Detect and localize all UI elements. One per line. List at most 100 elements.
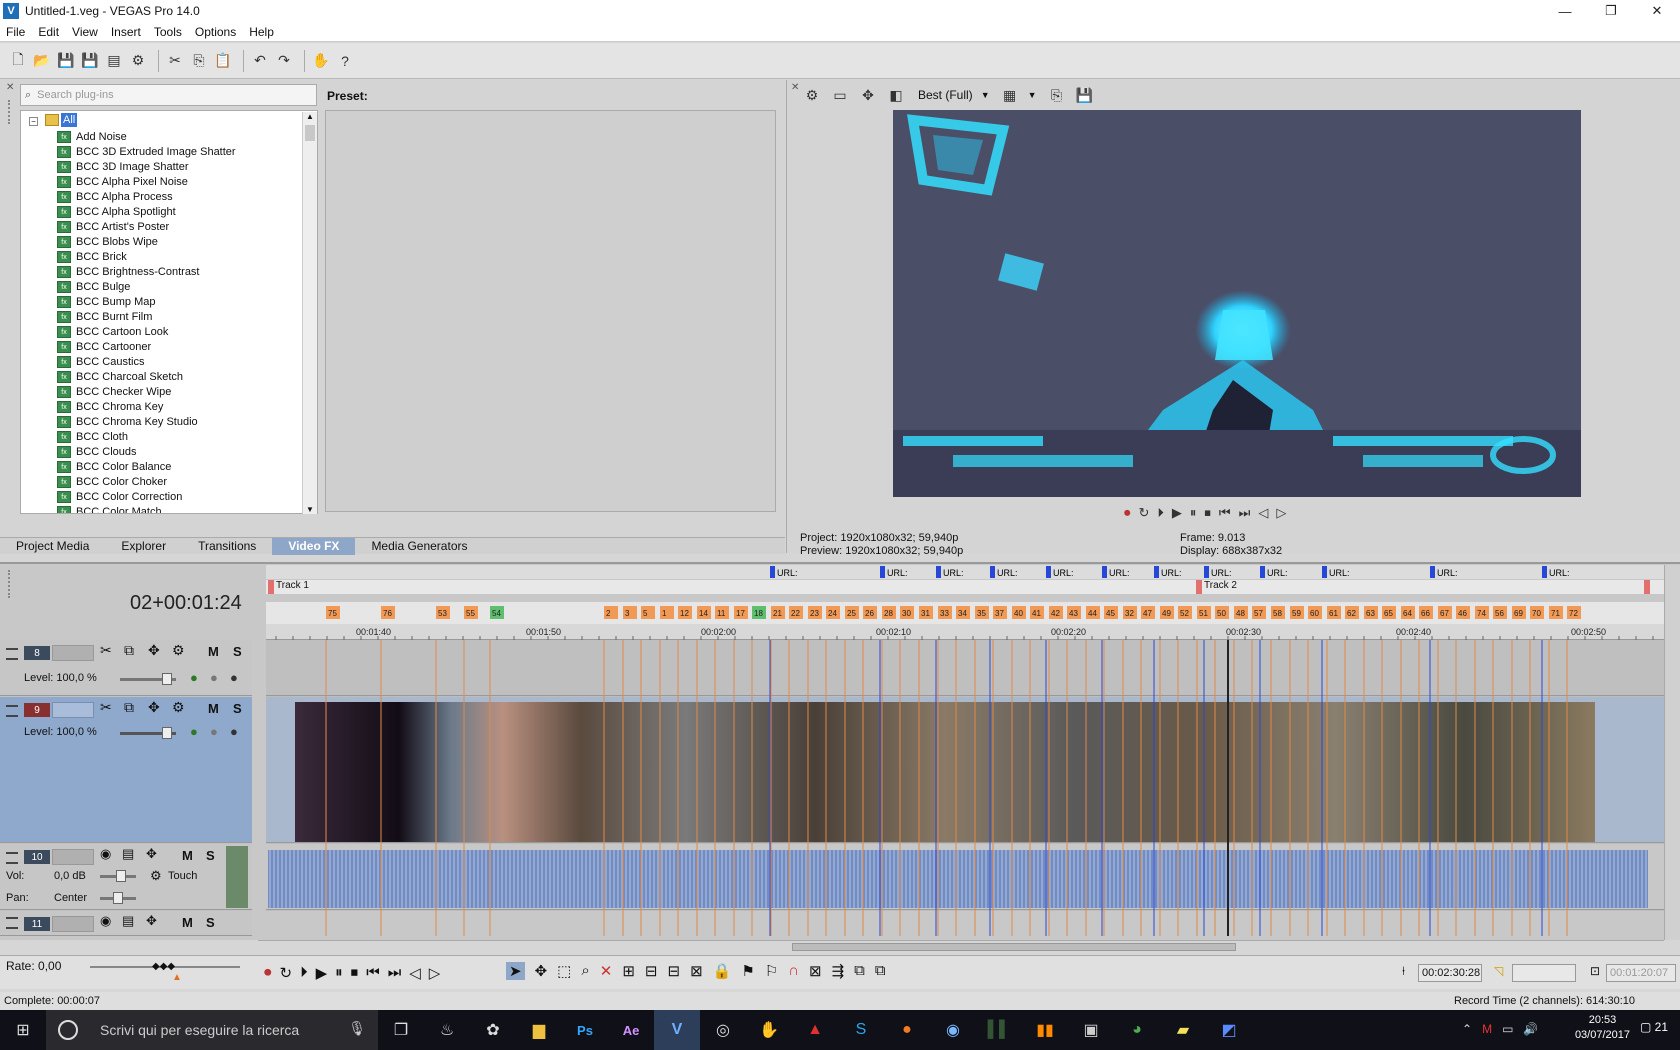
timeline-vertical-scrollbar[interactable]	[1664, 565, 1680, 940]
url-marker[interactable]	[1542, 566, 1547, 578]
video-properties-gear-icon[interactable]: ⚙	[802, 85, 822, 105]
save-snapshot-icon[interactable]: 💾	[1075, 85, 1095, 105]
action-center-icon[interactable]: ▢ 21	[1640, 1020, 1668, 1034]
compositing-icon[interactable]: ⧉	[124, 642, 134, 659]
track-header-8[interactable]: 8 ✂ ⧉ ✥ ⚙ M S Level: 100,0 % ● ● ●	[0, 640, 252, 696]
steam-icon[interactable]: ♨	[424, 1010, 470, 1050]
next-frame-icon[interactable]: ▷	[1276, 505, 1286, 521]
cut-icon[interactable]: ✂	[165, 51, 185, 71]
chevron-down-icon[interactable]: ▼	[981, 90, 990, 100]
menu-options[interactable]: Options	[195, 25, 236, 39]
plugin-item[interactable]: fx BCC Alpha Spotlight	[57, 204, 176, 220]
tree-scrollbar[interactable]: ▲ ▼	[302, 112, 317, 514]
previous-frame-icon[interactable]: ◁	[409, 964, 421, 982]
rate-slider[interactable]: ◆◆◆	[90, 961, 240, 972]
marker-bar[interactable]: 75 76 53 55 54 2 3 5 1 12 14 11 17 18 21 22 23 24 25 26 28 30…	[266, 602, 1666, 624]
plugin-item[interactable]: fx BCC Blobs Wipe	[57, 234, 158, 250]
new-icon[interactable]: 🗋	[8, 51, 28, 71]
plugin-item[interactable]: fx BCC Brick	[57, 249, 127, 265]
plugin-item[interactable]: fx Add Noise	[57, 129, 127, 145]
maximize-button[interactable]: ❐	[1588, 0, 1634, 22]
stop-icon[interactable]: ⏹	[351, 964, 359, 982]
normal-edit-tool-icon[interactable]: ➤	[506, 962, 525, 980]
mute-button[interactable]: M	[182, 848, 193, 863]
selection-tool-icon[interactable]: ⬚	[557, 962, 571, 980]
track-name-field[interactable]	[52, 702, 94, 718]
save-icon[interactable]: 💾	[56, 51, 76, 71]
plugin-item[interactable]: fx BCC Bulge	[57, 279, 130, 295]
panel-close-icon[interactable]: ✕	[6, 82, 14, 93]
loop-icon[interactable]: ↻	[1139, 505, 1150, 521]
plugin-item[interactable]: fx BCC Burnt Film	[57, 309, 152, 325]
automation-icon[interactable]: ✥	[146, 846, 157, 862]
selection-end-field[interactable]: 00:01:20:07	[1606, 964, 1676, 982]
plugin-item[interactable]: fx BCC Color Balance	[57, 459, 171, 475]
plugin-item[interactable]: fx BCC Chroma Key	[57, 399, 163, 415]
track-header-9[interactable]: 9 ✂ ⧉ ✥ ⚙ M S Level: 100,0 % ● ● ●	[0, 697, 252, 843]
plugin-item[interactable]: fx BCC Caustics	[57, 354, 144, 370]
file-explorer-icon[interactable]: ▆	[516, 1010, 562, 1050]
mute-button[interactable]: M	[182, 915, 193, 930]
region-1-marker[interactable]	[268, 580, 274, 594]
ignore-grouping-icon[interactable]: ⧉	[875, 962, 886, 980]
track-fx-gear-icon[interactable]: ⚙	[172, 699, 185, 716]
app-icon[interactable]: ✿	[470, 1010, 516, 1050]
fx-plugin-icon[interactable]: ✋	[311, 51, 331, 71]
play-icon[interactable]: ▶	[1172, 505, 1182, 521]
track-name-field[interactable]	[52, 849, 94, 865]
menu-view[interactable]: View	[72, 25, 98, 39]
track-header-10[interactable]: 10 ◉ ▤ ✥ M S Vol: 0,0 dB ⚙ Touch Pan: Ce…	[0, 844, 252, 910]
automation-gear-icon[interactable]: ⚙	[150, 868, 162, 884]
plugin-item[interactable]: fx BCC Artist's Poster	[57, 219, 169, 235]
preset-list[interactable]	[325, 110, 776, 512]
menu-help[interactable]: Help	[249, 25, 274, 39]
stop-icon[interactable]: ⏹	[1204, 505, 1211, 521]
acrobat-icon[interactable]: ▲	[792, 1010, 838, 1050]
properties-gear-icon[interactable]: ⚙	[128, 51, 148, 71]
url-marker[interactable]	[936, 566, 941, 578]
chevron-down-icon[interactable]: ▼	[1028, 90, 1037, 100]
plugin-item[interactable]: fx BCC Cartooner	[57, 339, 151, 355]
search-plugins-input[interactable]: ⌕ Search plug-ins	[20, 84, 317, 106]
close-button[interactable]: ✕	[1634, 0, 1680, 22]
pan-slider[interactable]	[100, 892, 136, 904]
undo-icon[interactable]: ↶	[250, 51, 270, 71]
panel-grip-icon[interactable]	[8, 100, 12, 124]
solo-button[interactable]: S	[206, 915, 215, 930]
plugin-item[interactable]: fx BCC Cartoon Look	[57, 324, 168, 340]
after-effects-icon[interactable]: Ae	[608, 1010, 654, 1050]
tree-collapse-icon[interactable]: −	[29, 117, 38, 126]
pause-icon[interactable]: ⏸	[1190, 505, 1197, 521]
track-name-field[interactable]	[52, 645, 94, 661]
taskbar-search-box[interactable]: Scrivi qui per eseguire la ricerca 🎙	[46, 1010, 378, 1050]
url-marker[interactable]	[1260, 566, 1265, 578]
record-icon[interactable]: ⏺	[264, 964, 272, 982]
photoshop-icon[interactable]: Ps	[562, 1010, 608, 1050]
track-fx-icon[interactable]: ▤	[122, 846, 134, 862]
compositing-parent-icon[interactable]: ●	[190, 670, 198, 685]
sticky-notes-icon[interactable]: ▰	[1160, 1010, 1206, 1050]
menu-tools[interactable]: Tools	[154, 25, 182, 39]
insert-marker-icon[interactable]: ⚑	[741, 962, 754, 980]
plugin-item[interactable]: fx BCC Alpha Process	[57, 189, 173, 205]
track-minimize-icon[interactable]	[6, 852, 18, 864]
external-monitor-icon[interactable]: ▭	[830, 85, 850, 105]
url-marker[interactable]	[1204, 566, 1209, 578]
track-lanes[interactable]	[266, 640, 1666, 936]
tab-project-media[interactable]: Project Media	[0, 538, 105, 555]
ripple-edit-icon[interactable]: ⇶	[832, 962, 845, 980]
region-end-marker[interactable]	[1644, 580, 1650, 594]
render-as-icon[interactable]: ▤	[104, 51, 124, 71]
plugin-item[interactable]: fx BCC 3D Image Shatter	[57, 159, 189, 175]
split-icon[interactable]: ⊠	[690, 962, 703, 980]
command-marker-bar[interactable]: URL: URL: URL: URL: URL: URL: URL: URL: URL: URL:…	[266, 565, 1666, 579]
lock-envelopes-icon[interactable]: ⧉	[854, 962, 865, 980]
level-slider[interactable]	[120, 673, 176, 685]
app-icon[interactable]: ◉	[930, 1010, 976, 1050]
track-color-icon[interactable]: ●	[230, 724, 238, 739]
plugin-item[interactable]: fx BCC Color Correction	[57, 489, 182, 505]
loop-icon[interactable]: ↻	[280, 964, 293, 982]
track-header-11[interactable]: 11 ◉ ▤ ✥ M S	[0, 911, 252, 936]
go-to-start-icon[interactable]: ⏮	[1219, 505, 1231, 521]
go-to-end-icon[interactable]: ⏭	[1239, 505, 1251, 521]
